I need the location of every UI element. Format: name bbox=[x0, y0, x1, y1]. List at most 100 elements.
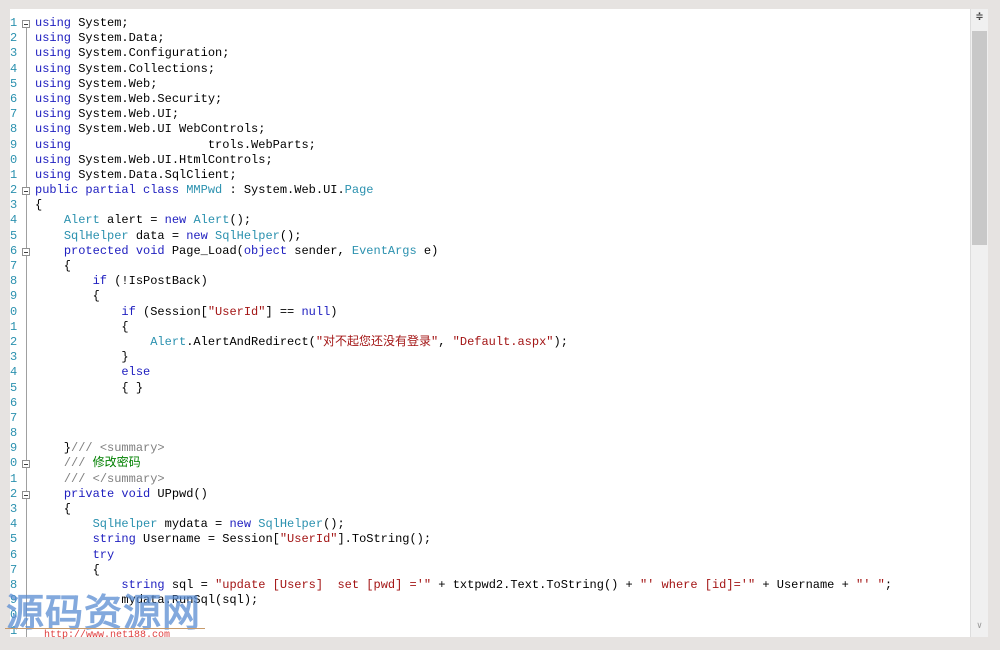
code-token: (); bbox=[279, 228, 302, 243]
watermark-divider bbox=[5, 628, 205, 629]
code-line: /// 修改密码 bbox=[35, 456, 892, 471]
collapse-icon[interactable] bbox=[22, 19, 30, 28]
code-line: SqlHelper mydata = new SqlHelper(); bbox=[35, 517, 892, 532]
code-token: System.Data.SqlClient; bbox=[71, 167, 237, 182]
code-token: "对不起您还没有登录" bbox=[315, 334, 439, 349]
code-token: System.Web.UI; bbox=[71, 107, 180, 122]
code-token: using bbox=[35, 16, 72, 30]
code-token: (Session[ bbox=[135, 304, 208, 319]
collapse-icon[interactable] bbox=[22, 490, 30, 499]
code-token: + txtpwd2.Text.ToString() + bbox=[431, 577, 640, 592]
watermark-url: http://www.net188.com bbox=[44, 630, 171, 641]
line-number: 5 bbox=[10, 228, 18, 243]
code-token: private void bbox=[63, 486, 151, 501]
code-token: "UserId" bbox=[279, 532, 338, 547]
code-token: using bbox=[35, 91, 72, 106]
line-number: 4 bbox=[10, 61, 18, 76]
line-number: 8 bbox=[10, 274, 18, 289]
code-token: mydata = bbox=[157, 517, 230, 532]
code-line: using System.Web.Security; bbox=[35, 92, 892, 107]
code-token: sender, bbox=[287, 243, 352, 258]
code-line: { bbox=[35, 320, 892, 335]
code-line: using trols.WebParts; bbox=[35, 138, 892, 153]
line-number: 6 bbox=[10, 91, 18, 106]
line-number: 5 bbox=[10, 76, 18, 91]
split-handle-icon[interactable]: ≑ bbox=[971, 9, 988, 26]
code-token: (); bbox=[229, 213, 252, 228]
code-line: { bbox=[35, 259, 892, 274]
code-line: using System.Web; bbox=[35, 77, 892, 92]
code-token: System.Web.UI WebControls; bbox=[71, 122, 266, 137]
line-number: 4 bbox=[10, 517, 18, 532]
code-token: using bbox=[35, 137, 72, 152]
code-token: System.Web.Security; bbox=[71, 91, 223, 106]
code-token: /// bbox=[63, 456, 93, 471]
code-line: { bbox=[35, 563, 892, 578]
code-area[interactable]: using System; using System.Data; using Sys… bbox=[35, 16, 892, 637]
code-token: try bbox=[92, 547, 115, 562]
code-token: e) bbox=[416, 243, 439, 258]
code-token: "Default.aspx" bbox=[452, 334, 554, 349]
code-token: Alert bbox=[63, 213, 100, 228]
line-number: 7 bbox=[10, 107, 18, 122]
code-token: object bbox=[243, 243, 288, 258]
code-line: protected void Page_Load(object sender, … bbox=[35, 244, 892, 259]
code-token: using bbox=[35, 167, 72, 182]
line-number: 6 bbox=[10, 547, 18, 562]
collapse-icon[interactable] bbox=[22, 460, 30, 469]
code-line: { bbox=[35, 289, 892, 304]
code-line: using System; bbox=[35, 16, 892, 31]
line-number: 3 bbox=[10, 502, 18, 516]
scrollbar-thumb[interactable] bbox=[972, 31, 987, 245]
code-token: "' where [id]='" bbox=[639, 577, 756, 592]
line-number: 9 bbox=[10, 289, 18, 304]
code-token: Page_Load( bbox=[164, 243, 244, 258]
code-token: { bbox=[35, 502, 72, 516]
code-token: if bbox=[121, 304, 136, 319]
code-token: else bbox=[121, 365, 151, 380]
code-token: System.Web.UI.HtmlControls; bbox=[71, 152, 273, 167]
code-token: .AlertAndRedirect( bbox=[186, 334, 316, 349]
code-line: using System.Web.UI.HtmlControls; bbox=[35, 153, 892, 168]
code-line: if (!IsPostBack) bbox=[35, 274, 892, 289]
collapse-icon[interactable] bbox=[22, 247, 30, 256]
code-token: (!IsPostBack) bbox=[107, 274, 208, 289]
code-token: { bbox=[35, 289, 100, 304]
line-number: 4 bbox=[10, 365, 18, 380]
code-token: MMPwd bbox=[186, 183, 223, 198]
code-token: SqlHelper bbox=[215, 228, 280, 243]
code-line: using System.Configuration; bbox=[35, 46, 892, 61]
code-token: data = bbox=[128, 228, 187, 243]
code-token: EventArgs bbox=[351, 243, 417, 258]
line-number-gutter: 1234567890123456789012345678901234567890… bbox=[10, 16, 26, 637]
code-token: ].ToString(); bbox=[337, 532, 432, 547]
collapse-icon[interactable] bbox=[22, 186, 30, 195]
vertical-scrollbar[interactable]: ≑ ∨ bbox=[970, 9, 988, 637]
code-token: { } bbox=[35, 380, 144, 395]
code-token: ] == bbox=[265, 304, 302, 319]
line-number: 5 bbox=[10, 532, 18, 547]
code-token: "' " bbox=[856, 577, 885, 592]
code-token: alert = bbox=[99, 213, 165, 228]
code-token: public partial class bbox=[35, 183, 187, 198]
code-token: (); bbox=[323, 517, 345, 532]
line-number: 8 bbox=[10, 426, 18, 441]
code-line: { bbox=[35, 502, 892, 517]
code-editor[interactable]: 1234567890123456789012345678901234567890… bbox=[10, 9, 970, 637]
code-token: System; bbox=[71, 16, 129, 30]
code-token: ); bbox=[553, 334, 568, 349]
code-token: using bbox=[35, 31, 72, 46]
code-token: "update [Users] set [pwd] ='" bbox=[215, 577, 432, 592]
code-token: UPpwd() bbox=[150, 486, 208, 501]
code-line: string Username = Session["UserId"].ToSt… bbox=[35, 532, 892, 547]
code-token: Username = Session[ bbox=[135, 532, 280, 547]
scroll-down-icon[interactable]: ∨ bbox=[971, 621, 988, 635]
